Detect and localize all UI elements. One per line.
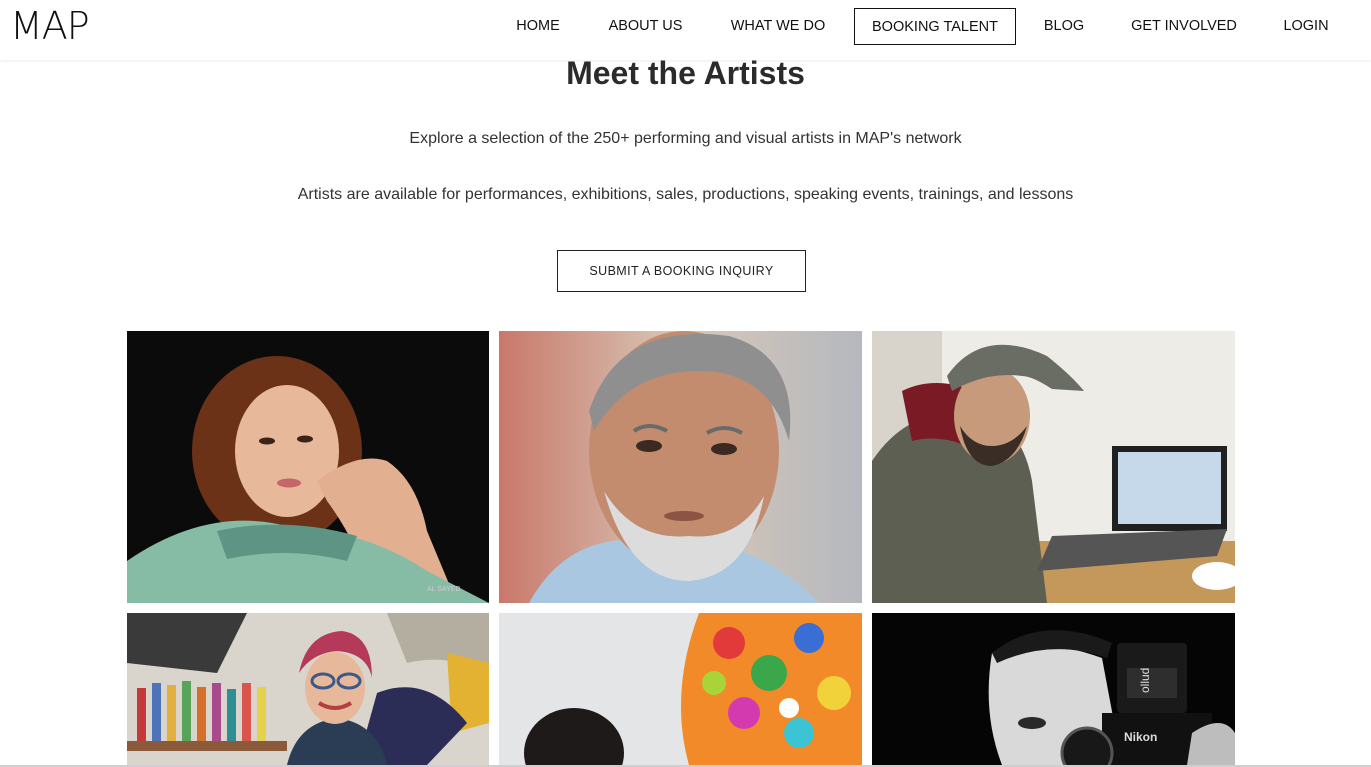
submit-booking-inquiry-button[interactable]: SUBMIT A BOOKING INQUIRY	[557, 250, 806, 292]
artist-photo-5[interactable]	[499, 613, 862, 765]
nav-blog[interactable]: BLOG	[1033, 8, 1095, 45]
artist-photo-1[interactable]: AL SAYED	[127, 331, 489, 603]
nav-about-us[interactable]: ABOUT US	[598, 8, 693, 45]
nav-what-we-do[interactable]: WHAT WE DO	[719, 8, 837, 45]
intro-text-availability: Artists are available for performances, …	[297, 186, 1074, 203]
artist-photo-4[interactable]	[127, 613, 489, 765]
artist-photo-2[interactable]	[499, 331, 862, 603]
nav-get-involved[interactable]: GET INVOLVED	[1120, 8, 1248, 45]
flash-brand-text: ollud	[1138, 668, 1152, 693]
main-nav: HOME ABOUT US WHAT WE DO BOOKING TALENT …	[0, 0, 1371, 60]
page-title: Meet the Artists	[566, 55, 805, 91]
photo-watermark: AL SAYED	[427, 586, 460, 593]
nav-login[interactable]: LOGIN	[1271, 8, 1341, 45]
artist-photo-3[interactable]	[872, 331, 1235, 603]
artist-photo-6[interactable]: ollud Nikon	[872, 613, 1235, 765]
camera-brand-text: Nikon	[1124, 730, 1157, 744]
nav-booking-talent[interactable]: BOOKING TALENT	[854, 8, 1016, 45]
site-header: MAP HOME ABOUT US WHAT WE DO BOOKING TAL…	[0, 0, 1371, 60]
nav-home[interactable]: HOME	[503, 8, 573, 45]
intro-text-network: Explore a selection of the 250+ performi…	[409, 130, 962, 147]
